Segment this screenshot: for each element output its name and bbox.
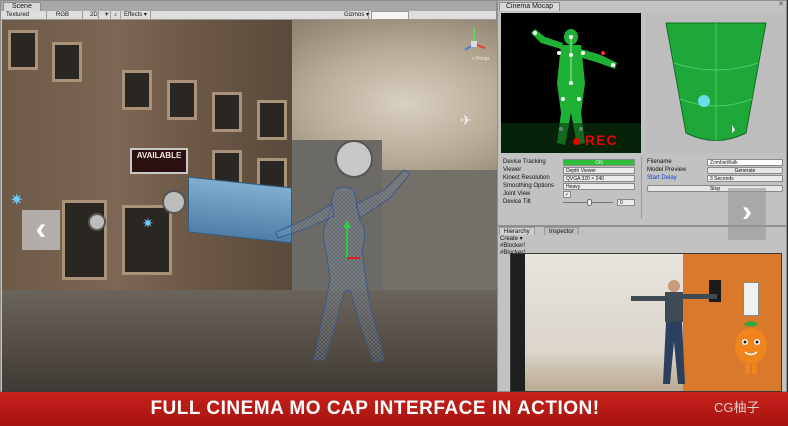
filename-label: Filename [647, 159, 672, 165]
tab-cinema-mocap-label: Cinema Mocap [506, 3, 554, 10]
watermark: CG柚子 [714, 400, 760, 415]
joint-gizmo[interactable] [162, 190, 186, 214]
start-delay-value: 3 Seconds [710, 176, 734, 182]
light-icon[interactable]: ✷ [142, 215, 154, 232]
camera-icon[interactable]: ✈ [460, 112, 472, 129]
wireframe-character[interactable] [274, 160, 414, 365]
viewer-dropdown[interactable]: Depth Viewer [563, 167, 635, 174]
caption-banner: FULL CINEMA MO CAP INTERFACE IN ACTION! [0, 392, 788, 426]
scene-search-input[interactable] [371, 11, 409, 20]
tab-inspector-label: Inspector [549, 229, 574, 235]
render-mode-label: RGB [56, 12, 70, 18]
building-window [122, 70, 152, 110]
prop-label: Smoothing Options [503, 183, 555, 189]
device-tracking-toggle[interactable]: ON [563, 159, 635, 166]
tab-scene-label: Scene [12, 3, 32, 10]
building-window [167, 80, 197, 120]
building-window [52, 42, 82, 82]
available-shop-sign: AVAILABLE [130, 148, 188, 174]
joint-view-checkbox[interactable]: ✓ [563, 191, 571, 198]
kinect-resolution-dropdown[interactable]: QVGA 320 × 240 [563, 175, 635, 182]
record-indicator-icon [573, 138, 580, 145]
effects-label: Effects [124, 12, 143, 18]
prop-label: Device Tilt [503, 199, 531, 205]
toggle-2d-button[interactable]: 2D [87, 11, 99, 20]
shop-window [62, 200, 107, 280]
effects-dropdown[interactable]: Effects ▾ [121, 11, 151, 20]
mascot-logo [735, 321, 767, 374]
start-delay-label: Start Delay [647, 175, 677, 181]
banner-text: FULL CINEMA MO CAP INTERFACE IN ACTION! [150, 398, 600, 419]
street-ground [2, 290, 497, 392]
building-window [8, 30, 38, 70]
skeleton-silhouette [501, 29, 641, 153]
dark-door [511, 254, 525, 391]
wall-poster [743, 282, 759, 316]
hierarchy-item[interactable]: #Blocker! [500, 243, 580, 250]
smoothing-options-dropdown[interactable]: Heavy [563, 183, 635, 190]
transform-move-gizmo[interactable] [332, 220, 362, 260]
shading-mode-dropdown[interactable]: Textured [3, 11, 47, 20]
building-window [257, 100, 287, 140]
actor-person [631, 280, 717, 384]
prop-label: Viewer [503, 167, 522, 173]
create-label: Create [500, 236, 519, 242]
gizmos-dropdown[interactable]: Gizmos ▾ [341, 11, 369, 20]
generate-button-label: Generate [734, 168, 756, 174]
prop-label: Device Tracking [503, 159, 546, 165]
generate-button[interactable]: Generate [707, 167, 783, 174]
close-icon[interactable]: ✕ [776, 1, 786, 9]
scene-panel: Scene Textured RGB 2D ☀ ♪ Effects ▾ Gizm… [0, 0, 497, 392]
device-tilt-value: 0 [620, 200, 623, 206]
scene-viewport[interactable]: AVAILABLE ‹ < Persp ✷ ✷ ✈ [2, 20, 497, 392]
audio-toggle-icon[interactable]: ♪ [111, 11, 121, 20]
tab-cinema-mocap[interactable]: Cinema Mocap [499, 2, 561, 11]
shading-mode-label: Textured [6, 12, 30, 18]
filename-value: ZombieWalk [710, 160, 738, 166]
depth-viewer: REC [501, 13, 641, 153]
model-preview-label: Model Preview [647, 167, 687, 173]
tab-scene[interactable]: Scene [3, 2, 41, 11]
light-icon[interactable]: ✷ [10, 190, 23, 210]
screenshot-root: Scene Textured RGB 2D ☀ ♪ Effects ▾ Gizm… [0, 0, 788, 426]
building-window [212, 92, 242, 132]
scene-tabbar: Scene [1, 1, 496, 11]
shop-sign-text: AVAILABLE [136, 151, 182, 160]
stop-button-label: Stop [709, 186, 721, 192]
start-delay-dropdown[interactable]: 3 Seconds [707, 175, 783, 182]
joint-gizmo[interactable] [88, 213, 106, 231]
tab-inspector[interactable]: Inspector [544, 227, 579, 235]
prop-label: Joint View [503, 191, 531, 197]
scene-toolbar: Textured RGB 2D ☀ ♪ Effects ▾ Gizmos ▾ [1, 11, 496, 20]
device-tilt-slider-handle[interactable] [587, 199, 592, 206]
kinect-resolution-value: QVGA 320 × 240 [566, 176, 604, 182]
render-mode-dropdown[interactable]: RGB [53, 11, 83, 20]
prev-arrow-button[interactable]: ‹ [22, 210, 60, 250]
device-tilt-field[interactable]: 0 [617, 199, 635, 206]
toggle-2d-label: 2D [90, 12, 98, 18]
tab-hierarchy-label: Hierarchy [504, 229, 530, 235]
device-tracking-value: ON [595, 160, 603, 166]
radar-graphic [665, 22, 767, 141]
tab-hierarchy[interactable]: Hierarchy [499, 227, 535, 235]
gizmos-label: Gizmos [344, 12, 365, 18]
panel-divider [641, 157, 642, 219]
prop-label: Kinect Resolution [503, 175, 550, 181]
lighting-toggle-icon[interactable]: ☀ [101, 11, 111, 20]
rec-label: REC [585, 132, 618, 148]
create-dropdown[interactable]: Create ▾ [500, 236, 580, 243]
tracking-radar [646, 13, 786, 153]
head-joint-gizmo[interactable] [335, 140, 373, 178]
perspective-label: < Persp [471, 56, 489, 62]
joint-view-check-icon: ✓ [564, 192, 570, 198]
filename-input[interactable]: ZombieWalk [707, 159, 783, 166]
viewer-value: Depth Viewer [566, 168, 596, 174]
smoothing-options-value: Heavy [566, 184, 581, 190]
next-arrow-button[interactable]: › [728, 188, 766, 240]
